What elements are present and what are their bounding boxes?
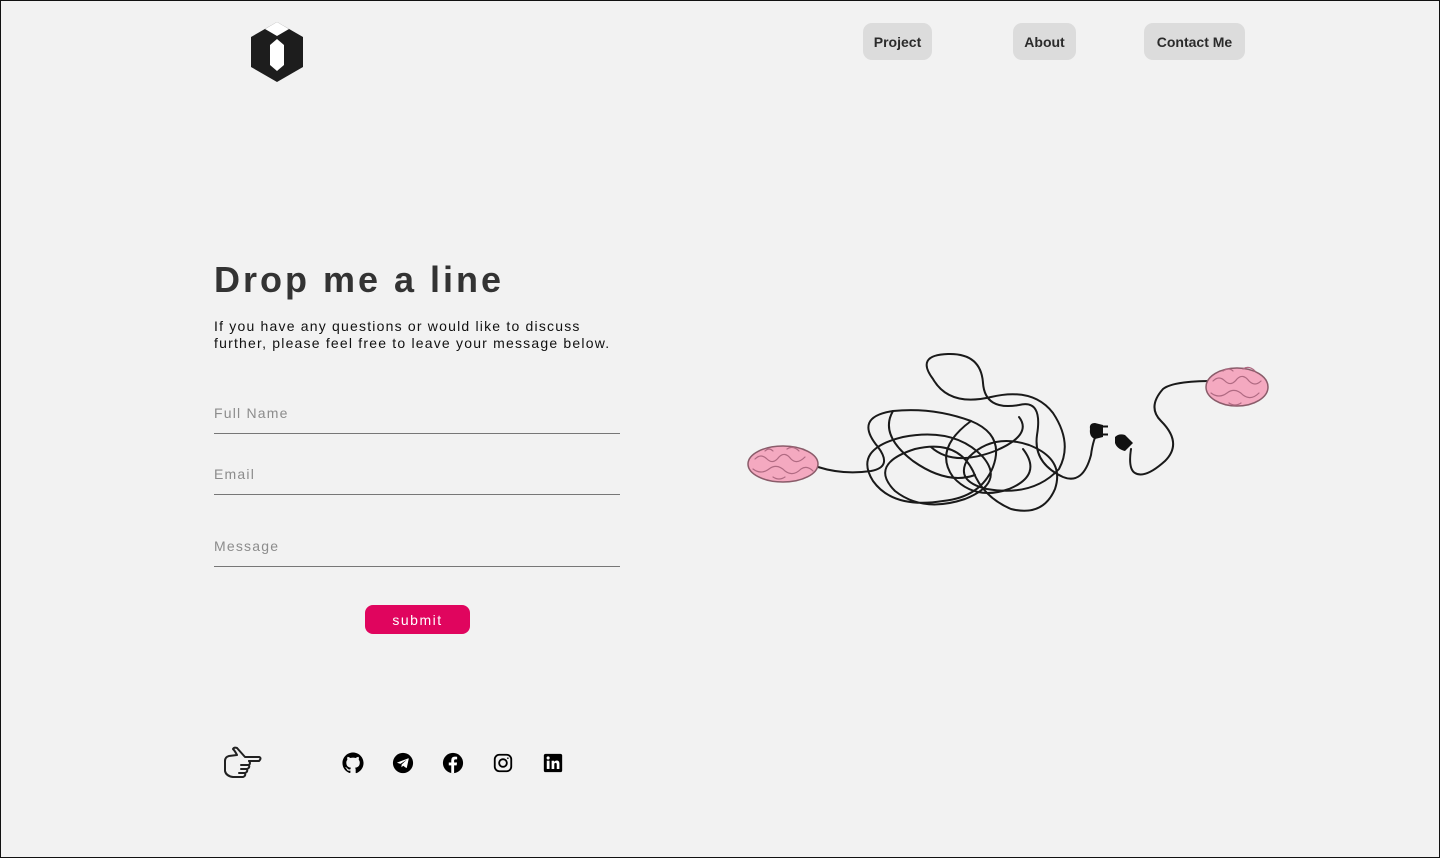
pointing-hand-icon <box>224 746 262 778</box>
facebook-icon[interactable] <box>442 752 464 774</box>
email-field-wrapper <box>214 466 620 495</box>
email-input[interactable] <box>214 466 620 482</box>
nav-contact-button[interactable]: Contact Me <box>1144 23 1245 60</box>
github-icon[interactable] <box>342 752 364 774</box>
page-title: Drop me a line <box>214 259 505 300</box>
nav-project-button[interactable]: Project <box>863 23 932 60</box>
submit-button[interactable]: submit <box>365 605 470 634</box>
logo-icon[interactable] <box>249 21 305 83</box>
left-brain-icon <box>747 445 819 483</box>
linkedin-icon[interactable] <box>542 752 564 774</box>
intro-text: If you have any questions or would like … <box>214 318 611 351</box>
telegram-icon[interactable] <box>392 752 414 774</box>
message-field-wrapper <box>214 538 620 567</box>
nav-about-button[interactable]: About <box>1013 23 1076 60</box>
message-input[interactable] <box>214 538 620 554</box>
instagram-icon[interactable] <box>492 752 514 774</box>
full-name-field-wrapper <box>214 405 620 434</box>
tangled-brains-illustration <box>747 352 1269 512</box>
full-name-input[interactable] <box>214 405 620 421</box>
right-brain-icon <box>1205 366 1269 407</box>
